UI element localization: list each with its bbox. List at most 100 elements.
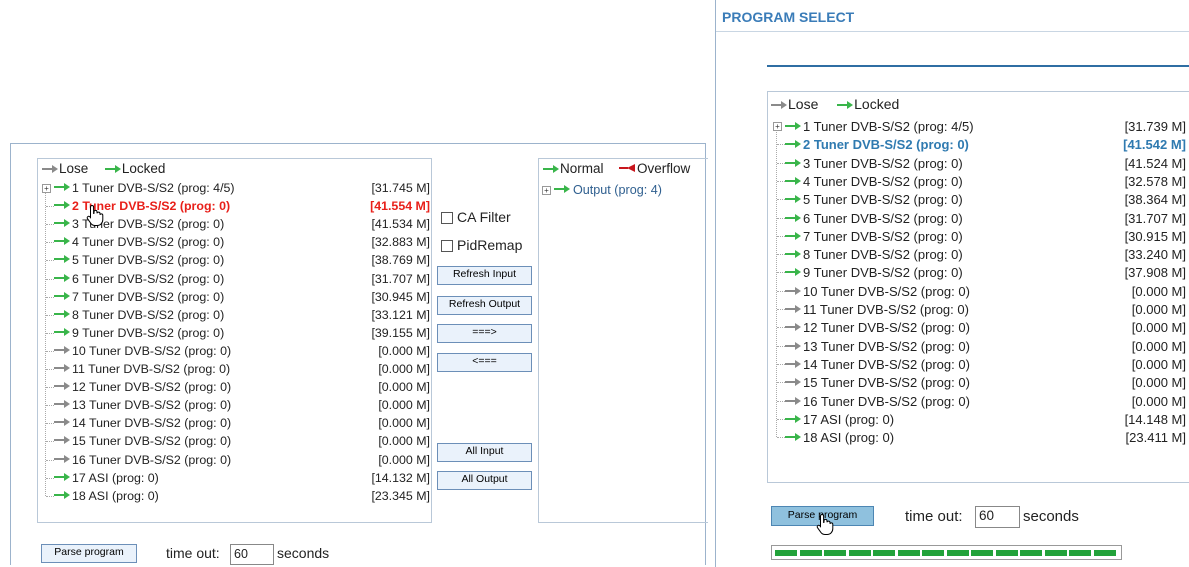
tree-item-bitrate: [41.524 M] xyxy=(1124,155,1186,171)
tree-item-label: 14 Tuner DVB-S/S2 (prog: 0) xyxy=(72,416,232,431)
tree-item-label: 4 Tuner DVB-S/S2 (prog: 0) xyxy=(72,235,225,250)
tree-item[interactable]: 9 Tuner DVB-S/S2 (prog: 0) [37.908 M] xyxy=(773,264,1186,281)
tree-item[interactable]: +1 Tuner DVB-S/S2 (prog: 4/5) [31.745 M] xyxy=(42,180,430,197)
move-to-input-button[interactable]: <=== xyxy=(437,353,532,372)
parse-progress-bar xyxy=(771,545,1122,560)
tree-item[interactable]: 9 Tuner DVB-S/S2 (prog: 0) [39.155 M] xyxy=(42,325,430,342)
tree-item[interactable]: 18 ASI (prog: 0) [23.411 M] xyxy=(773,429,1186,446)
locked-arrow-icon xyxy=(53,470,71,487)
legend-locked-label: Locked xyxy=(121,161,166,176)
tree-item[interactable]: 10 Tuner DVB-S/S2 (prog: 0) [0.000 M] xyxy=(42,343,430,360)
locked-arrow-icon xyxy=(784,228,802,245)
all-input-button[interactable]: All Input xyxy=(437,443,532,462)
tree-item[interactable]: 4 Tuner DVB-S/S2 (prog: 0) [32.578 M] xyxy=(773,173,1186,190)
ca-filter-checkbox[interactable] xyxy=(441,212,453,224)
refresh-output-button[interactable]: Refresh Output xyxy=(437,296,532,315)
tree-item-bitrate: [0.000 M] xyxy=(378,434,430,449)
tree-item-label: 13 Tuner DVB-S/S2 (prog: 0) xyxy=(803,338,970,354)
tree-item[interactable]: 12 Tuner DVB-S/S2 (prog: 0) [0.000 M] xyxy=(42,379,430,396)
locked-arrow-icon xyxy=(784,210,802,227)
tree-item-label: 5 Tuner DVB-S/S2 (prog: 0) xyxy=(72,253,225,268)
tree-item[interactable]: 13 Tuner DVB-S/S2 (prog: 0) [0.000 M] xyxy=(42,397,430,414)
refresh-input-button[interactable]: Refresh Input xyxy=(437,266,532,285)
tree-item-bitrate: [0.000 M] xyxy=(378,343,430,358)
hand-cursor-icon xyxy=(816,513,834,535)
tree-item-bitrate: [0.000 M] xyxy=(1131,338,1186,354)
pidremap-checkbox[interactable] xyxy=(441,240,453,252)
tree-item[interactable]: 3 Tuner DVB-S/S2 (prog: 0) [41.524 M] xyxy=(773,155,1186,172)
tree-item-bitrate: [23.345 M] xyxy=(371,488,430,503)
tree-item-label: 17 ASI (prog: 0) xyxy=(72,470,159,485)
progress-segment xyxy=(946,550,969,556)
tree-item[interactable]: 2 Tuner DVB-S/S2 (prog: 0) [41.542 M] xyxy=(773,136,1186,153)
tree-item[interactable]: 8 Tuner DVB-S/S2 (prog: 0) [33.240 M] xyxy=(773,246,1186,263)
tree-item[interactable]: 6 Tuner DVB-S/S2 (prog: 0) [31.707 M] xyxy=(773,210,1186,227)
tree-item-label: 6 Tuner DVB-S/S2 (prog: 0) xyxy=(803,210,963,226)
tree-item-bitrate: [38.364 M] xyxy=(1124,192,1186,208)
lose-arrow-icon xyxy=(770,97,788,113)
timeout-label: time out: xyxy=(166,545,220,561)
tree-item[interactable]: 10 Tuner DVB-S/S2 (prog: 0) [0.000 M] xyxy=(773,283,1186,300)
tree-item[interactable]: 17 ASI (prog: 0) [14.148 M] xyxy=(773,411,1186,428)
tree-item[interactable]: 5 Tuner DVB-S/S2 (prog: 0) [38.364 M] xyxy=(773,191,1186,208)
tree-item-label: 11 Tuner DVB-S/S2 (prog: 0) xyxy=(803,302,969,317)
timeout-input[interactable]: 60 xyxy=(230,544,274,565)
tree-item[interactable]: 14 Tuner DVB-S/S2 (prog: 0) [0.000 M] xyxy=(773,356,1186,373)
progress-segment xyxy=(1044,550,1067,556)
locked-arrow-icon xyxy=(53,488,71,505)
expand-icon[interactable]: + xyxy=(42,184,51,193)
expand-icon[interactable]: + xyxy=(773,122,782,131)
tree-item[interactable]: 4 Tuner DVB-S/S2 (prog: 0) [32.883 M] xyxy=(42,234,430,251)
tree-item[interactable]: 7 Tuner DVB-S/S2 (prog: 0) [30.915 M] xyxy=(773,228,1186,245)
tree-item[interactable]: 11 Tuner DVB-S/S2 (prog: 0) [0.000 M] xyxy=(42,361,430,378)
tree-item-bitrate: [0.000 M] xyxy=(1131,356,1186,372)
expand-icon[interactable]: + xyxy=(542,186,551,195)
timeout-label-right: time out: xyxy=(905,508,963,525)
progress-segment xyxy=(922,550,944,556)
tree-item[interactable]: 15 Tuner DVB-S/S2 (prog: 0) [0.000 M] xyxy=(773,374,1186,391)
lose-arrow-icon xyxy=(53,343,71,360)
lose-arrow-icon xyxy=(53,452,71,469)
progress-segment xyxy=(1020,550,1042,556)
tree-item-label: 2 Tuner DVB-S/S2 (prog: 0) xyxy=(803,137,969,153)
progress-segment xyxy=(873,550,895,556)
tree-item-bitrate: [14.132 M] xyxy=(371,470,430,485)
tree-item-bitrate: [0.000 M] xyxy=(1131,393,1186,409)
tree-item[interactable]: +1 Tuner DVB-S/S2 (prog: 4/5) [31.739 M] xyxy=(773,118,1186,135)
tree-item-bitrate: [31.707 M] xyxy=(371,271,430,286)
tree-item[interactable]: 11 Tuner DVB-S/S2 (prog: 0) [0.000 M] xyxy=(773,301,1186,318)
tree-item-bitrate: [38.769 M] xyxy=(371,253,430,268)
tree-item-label: 12 Tuner DVB-S/S2 (prog: 0) xyxy=(72,380,232,395)
tree-item[interactable]: 5 Tuner DVB-S/S2 (prog: 0) [38.769 M] xyxy=(42,252,430,269)
tree-item[interactable]: 8 Tuner DVB-S/S2 (prog: 0) [33.121 M] xyxy=(42,307,430,324)
input-legend: Lose Locked xyxy=(41,161,165,177)
tree-item-label: 6 Tuner DVB-S/S2 (prog: 0) xyxy=(72,271,225,286)
tree-item[interactable]: 15 Tuner DVB-S/S2 (prog: 0) [0.000 M] xyxy=(42,433,430,450)
tree-item[interactable]: 6 Tuner DVB-S/S2 (prog: 0) [31.707 M] xyxy=(42,271,430,288)
parse-program-button[interactable]: Parse program xyxy=(41,544,137,563)
tree-item-label: 1 Tuner DVB-S/S2 (prog: 4/5) xyxy=(803,119,974,134)
tree-item-bitrate: [30.915 M] xyxy=(1124,228,1186,244)
tree-item[interactable]: 17 ASI (prog: 0) [14.132 M] xyxy=(42,470,430,487)
progress-segment xyxy=(799,550,822,556)
tree-item[interactable]: 7 Tuner DVB-S/S2 (prog: 0) [30.945 M] xyxy=(42,289,430,306)
pidremap-label: PidRemap xyxy=(457,237,523,253)
tree-item-bitrate: [0.000 M] xyxy=(1131,320,1186,336)
tree-item[interactable]: 12 Tuner DVB-S/S2 (prog: 0) [0.000 M] xyxy=(773,319,1186,336)
all-output-button[interactable]: All Output xyxy=(437,471,532,490)
move-to-output-button[interactable]: ===> xyxy=(437,324,532,343)
tree-item[interactable]: 13 Tuner DVB-S/S2 (prog: 0) [0.000 M] xyxy=(773,338,1186,355)
lose-arrow-icon xyxy=(784,393,802,410)
hand-cursor-icon xyxy=(86,204,104,226)
timeout-input-right[interactable]: 60 xyxy=(975,506,1020,528)
progress-segment xyxy=(1069,550,1091,556)
tree-item[interactable]: 16 Tuner DVB-S/S2 (prog: 0) [0.000 M] xyxy=(773,393,1186,410)
tree-item-bitrate: [39.155 M] xyxy=(371,325,430,340)
tree-item-label: 14 Tuner DVB-S/S2 (prog: 0) xyxy=(803,356,970,372)
tree-item[interactable]: 18 ASI (prog: 0) [23.345 M] xyxy=(42,488,430,505)
tree-item[interactable]: 14 Tuner DVB-S/S2 (prog: 0) [0.000 M] xyxy=(42,415,430,432)
tree-item[interactable]: 16 Tuner DVB-S/S2 (prog: 0) [0.000 M] xyxy=(42,452,430,469)
seconds-label: seconds xyxy=(277,545,330,561)
lose-arrow-icon xyxy=(53,379,71,396)
progress-segment xyxy=(824,550,846,556)
